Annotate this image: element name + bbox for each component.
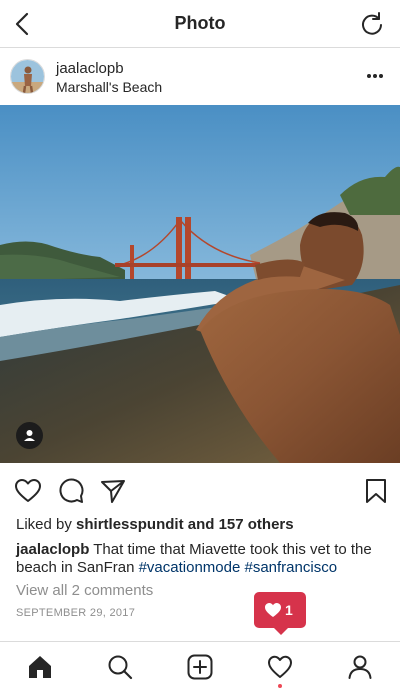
add-icon[interactable] — [187, 654, 213, 680]
avatar[interactable] — [10, 59, 45, 94]
liked-by-user[interactable]: shirtlesspundit — [76, 516, 184, 533]
post-header: jaalaclopb Marshall's Beach — [0, 48, 400, 105]
post-photo[interactable] — [0, 105, 400, 463]
post-username[interactable]: jaalaclopb — [56, 60, 124, 77]
caption-username[interactable]: jaalaclopb — [16, 541, 89, 558]
more-options-icon[interactable] — [362, 66, 388, 86]
user-tag-icon — [24, 430, 35, 441]
top-bar: Photo — [0, 0, 400, 48]
comment-icon[interactable] — [57, 477, 85, 505]
post-date: SEPTEMBER 29, 2017 — [16, 607, 136, 619]
activity-notification[interactable]: 1 — [254, 592, 306, 635]
likes-prefix: Liked by — [16, 516, 77, 533]
heart-icon — [265, 603, 281, 617]
bottom-tab-bar — [0, 641, 400, 691]
view-comments-link[interactable]: View all 2 comments — [16, 582, 153, 599]
post-actions — [0, 463, 400, 515]
profile-icon[interactable] — [347, 654, 373, 680]
likes-summary[interactable]: Liked by shirtlesspundit and 157 others — [16, 516, 294, 533]
heart-icon[interactable] — [267, 654, 293, 680]
refresh-icon[interactable] — [358, 10, 386, 38]
post-caption: jaalaclopb That time that Miavette took … — [16, 541, 386, 577]
post-location[interactable]: Marshall's Beach — [56, 79, 162, 95]
likes-others[interactable]: and 157 others — [184, 516, 294, 533]
page-title: Photo — [174, 13, 226, 33]
bookmark-icon[interactable] — [362, 477, 390, 505]
tagged-people-badge[interactable] — [16, 422, 43, 449]
home-icon[interactable] — [27, 654, 53, 680]
heart-icon[interactable] — [14, 477, 42, 505]
hashtag-link[interactable]: #sanfrancisco — [244, 559, 337, 576]
hashtag-link[interactable]: #vacationmode — [139, 559, 241, 576]
search-icon[interactable] — [107, 654, 133, 680]
notification-count: 1 — [285, 602, 293, 618]
share-icon[interactable] — [99, 477, 127, 505]
activity-dot — [278, 684, 282, 688]
